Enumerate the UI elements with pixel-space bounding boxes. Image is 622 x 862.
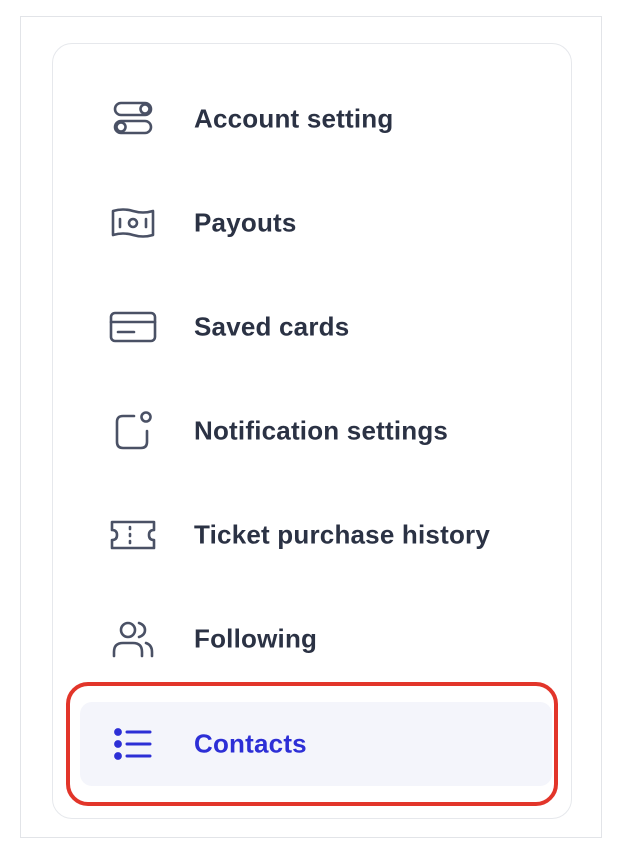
- menu-item-label: Notification settings: [194, 415, 449, 446]
- menu-item-label: Account setting: [194, 103, 394, 134]
- banknote-icon: [108, 198, 158, 248]
- menu-item-following[interactable]: Following: [80, 597, 552, 681]
- menu-item-label: Payouts: [194, 207, 297, 238]
- menu-item-label: Saved cards: [194, 311, 350, 342]
- users-icon: [108, 614, 158, 664]
- menu-item-ticket-purchase-history[interactable]: Ticket purchase history: [80, 493, 552, 577]
- menu-item-account-setting[interactable]: Account setting: [80, 77, 552, 161]
- list-icon: [108, 719, 158, 769]
- menu-item-payouts[interactable]: Payouts: [80, 181, 552, 265]
- menu-item-contacts[interactable]: Contacts: [80, 702, 552, 786]
- menu-item-label: Following: [194, 623, 318, 654]
- menu-item-label: Contacts: [194, 728, 307, 759]
- menu-item-label: Ticket purchase history: [194, 519, 491, 550]
- menu-item-notification-settings[interactable]: Notification settings: [80, 389, 552, 473]
- notification-icon: [108, 406, 158, 456]
- toggle-settings-icon: [108, 94, 158, 144]
- credit-card-icon: [108, 302, 158, 352]
- menu-item-saved-cards[interactable]: Saved cards: [80, 285, 552, 369]
- ticket-icon: [108, 510, 158, 560]
